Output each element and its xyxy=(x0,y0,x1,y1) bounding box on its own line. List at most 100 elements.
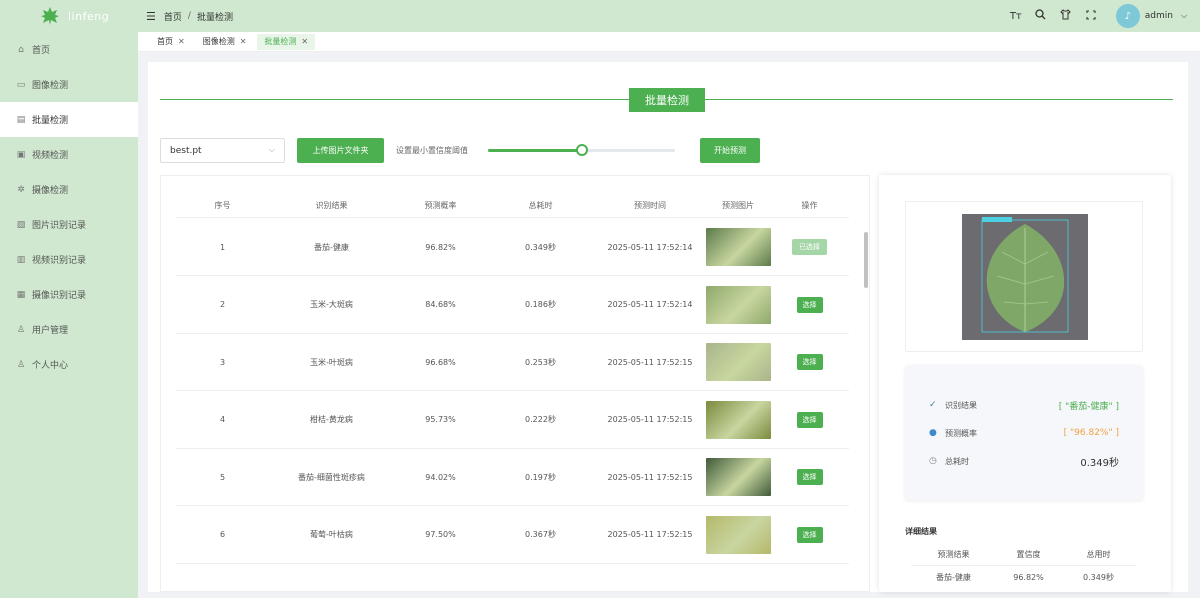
leaf-thumbnail[interactable] xyxy=(706,343,771,381)
header-actions: Tт ♪ admin ⌵ xyxy=(1010,0,1190,32)
detail-header-confidence: 置信度 xyxy=(1016,550,1041,559)
sidebar-item[interactable]: ▤ 批量检测 xyxy=(0,102,138,137)
tab[interactable]: 首页 ✕ xyxy=(150,34,192,50)
leaf-thumbnail[interactable] xyxy=(706,228,771,266)
sidebar-item[interactable]: ♙ 个人中心 xyxy=(0,347,138,382)
detail-title: 详细结果 xyxy=(905,527,937,536)
detail-table-header: 预测结果 置信度 总用时 xyxy=(911,544,1136,566)
user-manage-icon: ♙ xyxy=(16,324,26,335)
cell-thumbnail xyxy=(706,515,771,554)
sidebar-item-label: 摄像识别记录 xyxy=(32,291,87,301)
tab[interactable]: 图像检测 ✕ xyxy=(196,34,254,50)
cell-thumbnail xyxy=(706,400,771,439)
sidebar-item[interactable]: ▥ 视频识别记录 xyxy=(0,242,138,277)
cell-prob: 97.50% xyxy=(425,530,456,539)
sidebar-item[interactable]: ▣ 视频检测 xyxy=(0,137,138,172)
cell-result: 葡萄-叶枯病 xyxy=(310,530,353,539)
close-icon[interactable]: ✕ xyxy=(178,37,185,46)
probability-value: [ "96.82%" ] xyxy=(1063,428,1119,438)
sidebar-item-label: 用户管理 xyxy=(32,326,69,336)
table-row: 3 玉米-叶斑病 96.68% 0.253秒 2025-05-11 17:52:15 选择 xyxy=(176,334,849,391)
scroll-thumb[interactable] xyxy=(864,232,868,288)
cell-date: 2025-05-11 17:52:14 xyxy=(607,300,693,309)
image-record-icon: ▧ xyxy=(16,219,26,230)
maple-leaf-icon xyxy=(41,7,59,25)
cell-result: 番茄-健康 xyxy=(314,242,349,252)
sidebar-item-label: 摄像检测 xyxy=(32,186,69,196)
model-select[interactable]: best.pt ⌵ xyxy=(160,138,285,163)
close-icon[interactable]: ✕ xyxy=(240,37,247,46)
sidebar-item[interactable]: ▦ 摄像识别记录 xyxy=(0,277,138,312)
table-row: 2 玉米-大斑病 84.68% 0.186秒 2025-05-11 17:52:14 选择 xyxy=(176,277,849,334)
detail-result: 番茄-健康 xyxy=(936,572,971,582)
detail-header-result: 预测结果 xyxy=(937,550,970,559)
close-icon[interactable]: ✕ xyxy=(301,37,308,46)
avatar[interactable]: ♪ xyxy=(1115,4,1140,28)
cell-date: 2025-05-11 17:52:14 xyxy=(607,242,693,252)
column-header: 序号 xyxy=(214,201,231,210)
breadcrumb-current: 批量检测 xyxy=(196,12,233,23)
detail-table-row: 番茄-健康 96.82% 0.349秒 xyxy=(911,566,1136,588)
select-button[interactable]: 已选择 xyxy=(792,239,827,255)
cell-prob: 95.73% xyxy=(425,415,456,424)
cell-action: 选择 xyxy=(770,469,849,485)
result-panel: ✓ 识别结果 [ "番茄-健康" ] ● 预测概率 [ "96.82%" ] ◷… xyxy=(879,175,1171,592)
column-header: 操作 xyxy=(801,201,818,210)
table-header: 序号 识别结果 预测概率 总耗时 预测时间 预测图片 操作 xyxy=(176,194,849,218)
video-record-icon: ▥ xyxy=(16,254,26,265)
search-icon[interactable] xyxy=(1035,9,1047,23)
cell-result: 番茄-细菌性斑疹病 xyxy=(298,472,365,482)
cell-index: 6 xyxy=(219,530,226,539)
cell-time: 0.222秒 xyxy=(525,415,556,424)
leaf-thumbnail[interactable] xyxy=(706,515,771,554)
tab-label: 图像检测 xyxy=(202,37,235,46)
fullscreen-icon[interactable] xyxy=(1085,9,1097,23)
sidebar-item-label: 首页 xyxy=(32,46,51,56)
sidebar-item[interactable]: ♙ 用户管理 xyxy=(0,312,138,347)
leaf-thumbnail[interactable] xyxy=(706,400,771,439)
theme-shirt-icon[interactable] xyxy=(1060,9,1072,23)
sidebar-item[interactable]: ▧ 图片识别记录 xyxy=(0,207,138,242)
clock-icon: ◷ xyxy=(929,456,937,466)
detail-confidence: 96.82% xyxy=(1013,572,1044,582)
select-button[interactable]: 选择 xyxy=(796,296,823,313)
tabs-bar: 首页 ✕ 图像检测 ✕ 批量检测 ✕ xyxy=(138,32,1200,52)
time-label: 总耗时 xyxy=(945,456,969,466)
sidebar-item[interactable]: ▭ 图像检测 xyxy=(0,67,138,102)
menu-toggle-icon[interactable]: ☰ xyxy=(146,10,156,23)
leaf-thumbnail[interactable] xyxy=(706,458,771,496)
probability-label: 预测概率 xyxy=(945,428,977,438)
table-row: 5 番茄-细菌性斑疹病 94.02% 0.197秒 2025-05-11 17:52:1… xyxy=(176,449,849,506)
username[interactable]: admin xyxy=(1145,11,1173,21)
video-icon: ▣ xyxy=(16,149,26,160)
column-header: 识别结果 xyxy=(315,201,348,210)
slider-handle[interactable] xyxy=(575,144,588,156)
sidebar-item[interactable]: ✲ 摄像检测 xyxy=(0,172,138,207)
select-button[interactable]: 选择 xyxy=(796,526,823,543)
sidebar-item-label: 批量检测 xyxy=(32,116,69,126)
select-button[interactable]: 选择 xyxy=(796,469,823,485)
select-button[interactable]: 选择 xyxy=(796,354,823,370)
sidebar: linfeng ⌂ 首页 ▭ 图像检测 ▤ 批量检测 ▣ 视频检测 ✲ 摄像检测 ▧ 图片识别记录 ▥ 视… xyxy=(0,0,138,598)
table-scrollbar[interactable] xyxy=(864,176,868,591)
results-table: 序号 识别结果 预测概率 总耗时 预测时间 预测图片 操作 1 番茄-健康 96.82% 0.34… xyxy=(160,175,870,592)
leaf-thumbnail[interactable] xyxy=(706,285,771,324)
threshold-label: 设置最小置信度阈值 xyxy=(396,146,468,155)
select-button[interactable]: 选择 xyxy=(796,411,823,428)
start-predict-button[interactable]: 开始预测 xyxy=(700,138,760,163)
chevron-down-icon[interactable]: ⌵ xyxy=(1178,11,1190,21)
sidebar-item-label: 视频识别记录 xyxy=(32,256,87,266)
page-title: 批量检测 xyxy=(629,88,705,112)
cell-prob: 96.82% xyxy=(425,242,456,252)
threshold-slider[interactable] xyxy=(488,144,675,156)
breadcrumb-home[interactable]: 首页 xyxy=(164,10,182,23)
column-header: 预测时间 xyxy=(634,201,666,210)
tab[interactable]: 批量检测 ✕ xyxy=(257,33,316,50)
sidebar-menu: ⌂ 首页 ▭ 图像检测 ▤ 批量检测 ▣ 视频检测 ✲ 摄像检测 ▧ 图片识别记录 ▥ 视频识别记录 ▦ 摄像… xyxy=(0,32,138,382)
probability-row: ● 预测概率 [ "96.82%" ] xyxy=(929,425,1119,441)
cell-result: 玉米-大斑病 xyxy=(310,300,353,309)
sidebar-item[interactable]: ⌂ 首页 xyxy=(0,32,138,67)
cell-action: 选择 xyxy=(770,296,849,313)
font-size-icon[interactable]: Tт xyxy=(1010,11,1022,22)
upload-folder-button[interactable]: 上传图片文件夹 xyxy=(297,138,384,163)
